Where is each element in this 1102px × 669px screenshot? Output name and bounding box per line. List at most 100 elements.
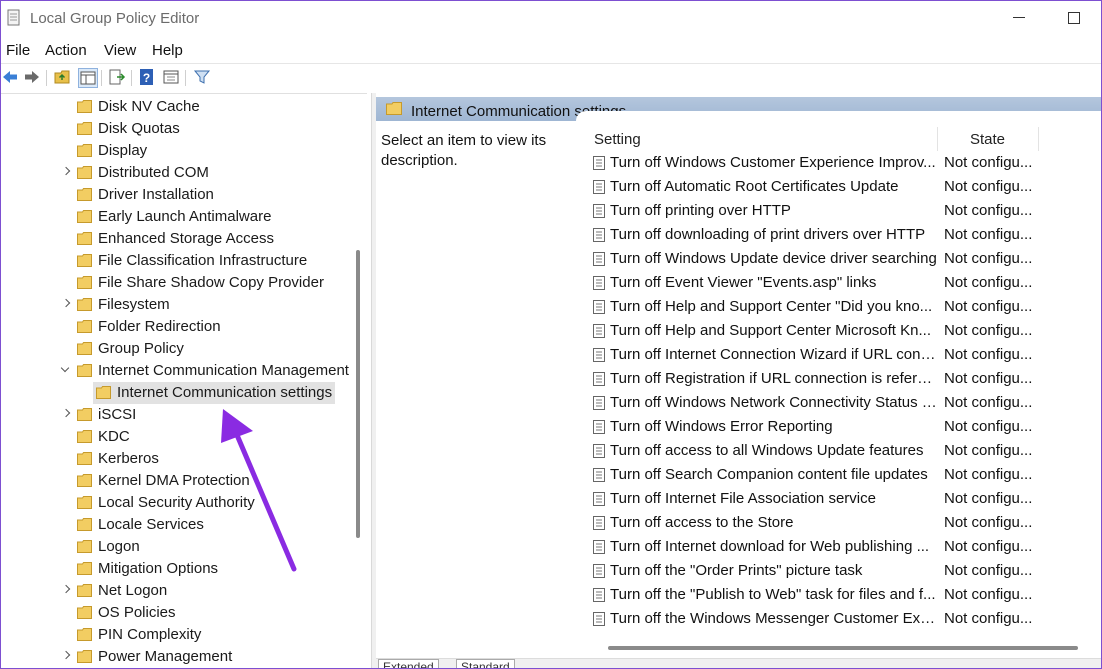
setting-name: Turn off Windows Network Connectivity St… — [610, 394, 937, 411]
setting-name: Turn off Internet File Association servi… — [610, 490, 876, 507]
back-icon[interactable] — [1, 68, 19, 86]
chevron-down-icon[interactable] — [61, 365, 71, 375]
policy-setting-icon — [593, 252, 605, 266]
menu-file[interactable]: File — [6, 42, 30, 59]
setting-row[interactable]: Turn off Registration if URL connection … — [593, 367, 1093, 391]
properties-icon[interactable] — [162, 68, 180, 86]
setting-row[interactable]: Turn off Internet download for Web publi… — [593, 535, 1093, 559]
column-header-setting[interactable]: Setting — [594, 131, 641, 148]
folder-icon — [77, 606, 92, 619]
tab-extended[interactable]: Extended — [378, 659, 439, 668]
show-hide-tree-icon[interactable] — [78, 68, 98, 88]
setting-name: Turn off printing over HTTP — [610, 202, 791, 219]
tree-item-label: PIN Complexity — [98, 626, 202, 643]
setting-row[interactable]: Turn off Internet Connection Wizard if U… — [593, 343, 1093, 367]
setting-row[interactable]: Turn off Help and Support Center "Did yo… — [593, 295, 1093, 319]
tree-item[interactable]: Internet Communication Management — [1, 360, 361, 382]
toolbar-separator — [101, 70, 102, 86]
setting-row[interactable]: Turn off Windows Update device driver se… — [593, 247, 1093, 271]
tab-standard[interactable]: Standard — [456, 659, 515, 668]
column-divider[interactable] — [1038, 127, 1039, 151]
setting-row[interactable]: Turn off downloading of print drivers ov… — [593, 223, 1093, 247]
setting-state: Not configu... — [944, 322, 1033, 339]
tree-item-label: Locale Services — [98, 516, 204, 533]
setting-row[interactable]: Turn off Windows Customer Experience Imp… — [593, 151, 1093, 175]
menu-help[interactable]: Help — [152, 42, 183, 59]
tree-item-label: Group Policy — [98, 340, 184, 357]
tree-item[interactable]: Power Management — [1, 646, 361, 668]
tree-scrollbar-thumb[interactable] — [356, 250, 360, 538]
setting-row[interactable]: Turn off access to all Windows Update fe… — [593, 439, 1093, 463]
tree-item[interactable]: Filesystem — [1, 294, 361, 316]
tree-item[interactable]: Enhanced Storage Access — [1, 228, 361, 250]
folder-icon — [77, 628, 92, 641]
chevron-right-icon[interactable] — [61, 167, 71, 177]
menu-action[interactable]: Action — [45, 42, 87, 59]
tree-item-label: File Classification Infrastructure — [98, 252, 308, 269]
setting-row[interactable]: Turn off the "Order Prints" picture task… — [593, 559, 1093, 583]
folder-icon — [77, 232, 92, 245]
policy-setting-icon — [593, 540, 605, 554]
export-list-icon[interactable] — [108, 68, 126, 86]
tree-item[interactable]: File Classification Infrastructure — [1, 250, 361, 272]
column-divider[interactable] — [937, 127, 938, 151]
column-header-state[interactable]: State — [970, 131, 1005, 148]
folder-icon — [77, 254, 92, 267]
folder-icon — [77, 430, 92, 443]
tree-item-label: OS Policies — [98, 604, 176, 621]
tree-item-label: Display — [98, 142, 148, 159]
setting-row[interactable]: Turn off Search Companion content file u… — [593, 463, 1093, 487]
tree-item[interactable]: Early Launch Antimalware — [1, 206, 361, 228]
setting-row[interactable]: Turn off Automatic Root Certificates Upd… — [593, 175, 1093, 199]
folder-icon — [77, 496, 92, 509]
tree-item[interactable]: Display — [1, 140, 361, 162]
tree-item[interactable]: Disk Quotas — [1, 118, 361, 140]
maximize-button[interactable] — [1059, 5, 1089, 31]
setting-row[interactable]: Turn off printing over HTTP Not configu..… — [593, 199, 1093, 223]
setting-name: Turn off Search Companion content file u… — [610, 466, 928, 483]
chevron-right-icon[interactable] — [61, 651, 71, 661]
setting-row[interactable]: Turn off the "Publish to Web" task for f… — [593, 583, 1093, 607]
filter-icon[interactable] — [193, 68, 211, 86]
setting-state: Not configu... — [944, 274, 1033, 291]
setting-row[interactable]: Turn off Windows Network Connectivity St… — [593, 391, 1093, 415]
toolbar: ? — [1, 63, 1101, 92]
folder-icon — [77, 276, 92, 289]
tree-item[interactable]: Distributed COM — [1, 162, 361, 184]
setting-row[interactable]: Turn off Windows Error Reporting Not conf… — [593, 415, 1093, 439]
tree-item[interactable]: Disk NV Cache — [1, 96, 361, 118]
up-folder-icon[interactable] — [54, 68, 72, 86]
tree-item-label: Filesystem — [98, 296, 170, 313]
forward-icon[interactable] — [23, 68, 41, 86]
tree-item[interactable]: Folder Redirection — [1, 316, 361, 338]
minimize-button[interactable] — [1004, 5, 1034, 31]
policy-setting-icon — [593, 348, 605, 362]
setting-row[interactable]: Turn off Event Viewer "Events.asp" links… — [593, 271, 1093, 295]
tree-item[interactable]: OS Policies — [1, 602, 361, 624]
help-icon[interactable]: ? — [138, 68, 156, 86]
horizontal-scrollbar-thumb[interactable] — [608, 646, 1078, 650]
folder-icon — [77, 408, 92, 421]
setting-row[interactable]: Turn off access to the Store Not configu.… — [593, 511, 1093, 535]
setting-state: Not configu... — [944, 370, 1033, 387]
setting-row[interactable]: Turn off the Windows Messenger Customer … — [593, 607, 1093, 631]
tree-item[interactable]: Net Logon — [1, 580, 361, 602]
menu-view[interactable]: View — [104, 42, 136, 59]
tree-item[interactable]: File Share Shadow Copy Provider — [1, 272, 361, 294]
title-bar[interactable]: Local Group Policy Editor — [1, 1, 1101, 37]
tree-item-label: Power Management — [98, 648, 233, 665]
setting-row[interactable]: Turn off Help and Support Center Microso… — [593, 319, 1093, 343]
folder-icon — [77, 100, 92, 113]
chevron-right-icon[interactable] — [61, 299, 71, 309]
chevron-right-icon[interactable] — [61, 585, 71, 595]
setting-row[interactable]: Turn off Internet File Association servi… — [593, 487, 1093, 511]
policy-setting-icon — [593, 588, 605, 602]
tree-item[interactable]: Driver Installation — [1, 184, 361, 206]
setting-state: Not configu... — [944, 202, 1033, 219]
chevron-right-icon[interactable] — [61, 409, 71, 419]
tree-item[interactable]: Group Policy — [1, 338, 361, 360]
tree-item[interactable]: PIN Complexity — [1, 624, 361, 646]
navigation-tree: Disk NV Cache Disk Quotas Display Distribut… — [1, 93, 367, 668]
setting-state: Not configu... — [944, 394, 1033, 411]
setting-name: Turn off Windows Error Reporting — [610, 418, 833, 435]
